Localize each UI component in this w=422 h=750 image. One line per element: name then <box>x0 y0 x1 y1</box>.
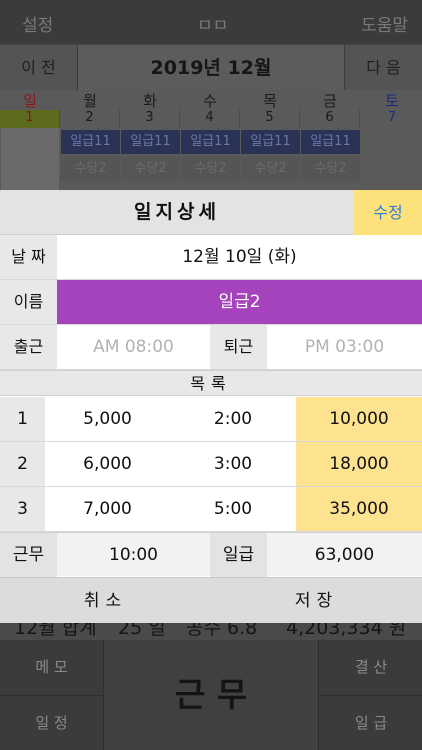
cancel-button[interactable]: 취소 <box>0 578 211 624</box>
item-number: 1 <box>0 397 45 441</box>
calendar-allowance-chip[interactable]: 수당2 <box>61 157 120 181</box>
item-amount: 35,000 <box>296 487 422 531</box>
calendar-entry-chip[interactable]: 일급11 <box>121 130 180 154</box>
calendar-allowance-chip[interactable]: 수당2 <box>121 157 180 181</box>
weekday-fri: 금 <box>323 92 337 110</box>
calendar-entry-chip[interactable]: 일급11 <box>301 130 360 154</box>
date-row: 날 짜 12월 10일 (화) <box>0 235 422 280</box>
dialog-title: 일지상세 <box>134 201 220 223</box>
totals-row: 근무 10:00 일급 63,000 <box>0 532 422 577</box>
item-rate: 5,000 <box>83 409 132 429</box>
work-hours-value: 10:00 <box>109 545 158 565</box>
bottom-toolbar: 메 모 일 정 근 무 결 산 일 급 <box>0 640 422 750</box>
weekday-wed: 수 <box>203 92 217 110</box>
list-header: 목록 <box>0 370 422 396</box>
weekday-sat: 토 <box>385 92 399 110</box>
clock-in-label: 출근 <box>0 325 57 369</box>
date-label: 날 짜 <box>0 235 57 279</box>
calendar-day-4[interactable]: 4 <box>180 110 240 128</box>
dialog-header: 일지상세 수정 <box>0 190 422 235</box>
item-time: 5:00 <box>213 499 253 519</box>
daily-pay-label: 일급 <box>210 533 267 577</box>
calendar-day-1[interactable]: 1 <box>0 110 60 128</box>
item-amount: 10,000 <box>296 397 422 441</box>
name-value[interactable]: 일급2 <box>57 280 422 324</box>
save-button[interactable]: 저장 <box>211 578 422 624</box>
clock-out-value[interactable]: PM 03:00 <box>267 325 422 369</box>
weekday-thu: 목 <box>263 92 277 110</box>
calendar-cell-sun[interactable] <box>1 128 59 190</box>
settings-button[interactable]: 설정 <box>22 11 53 36</box>
next-month-button[interactable]: 다 음 <box>344 45 422 91</box>
time-row: 출근 AM 08:00 퇴근 PM 03:00 <box>0 325 422 370</box>
name-row: 이름 일급2 <box>0 280 422 325</box>
month-title: 2019년 12월 <box>150 57 272 79</box>
name-label: 이름 <box>0 280 57 324</box>
weekday-sun: 일 <box>23 92 37 110</box>
clock-out-label: 퇴근 <box>210 325 267 369</box>
calendar-day-5[interactable]: 5 <box>240 110 300 128</box>
calendar-day-3[interactable]: 3 <box>120 110 180 128</box>
calendar-day-6[interactable]: 6 <box>300 110 360 128</box>
list-item[interactable]: 3 7,000 5:00 35,000 <box>0 487 422 532</box>
item-number: 2 <box>0 442 45 486</box>
weekday-mon: 월 <box>83 92 97 110</box>
schedule-button[interactable]: 일 정 <box>0 696 103 750</box>
item-number: 3 <box>0 487 45 531</box>
edit-button[interactable]: 수정 <box>354 190 422 235</box>
item-amount: 18,000 <box>296 442 422 486</box>
calendar-allowance-chip[interactable]: 수당2 <box>181 157 240 181</box>
date-value[interactable]: 12월 10일 (화) <box>57 235 422 279</box>
memo-button[interactable]: 메 모 <box>0 640 103 694</box>
top-bar: 설정 ㅁㅁ 도움말 <box>0 0 422 44</box>
app-title: ㅁㅁ <box>197 16 229 36</box>
prev-month-button[interactable]: 이 전 <box>0 45 78 91</box>
calendar-day-2[interactable]: 2 <box>60 110 120 128</box>
item-time: 2:00 <box>213 409 253 429</box>
work-button[interactable]: 근 무 <box>103 640 319 750</box>
calendar-entry-chip[interactable]: 일급11 <box>61 130 120 154</box>
weekday-tue: 화 <box>143 92 157 110</box>
help-button[interactable]: 도움말 <box>361 11 408 36</box>
daily-pay-button[interactable]: 일 급 <box>320 696 422 750</box>
work-hours-label: 근무 <box>0 533 57 577</box>
calendar-entry-chip[interactable]: 일급11 <box>241 130 300 154</box>
calendar-day-7[interactable]: 7 <box>362 110 422 128</box>
clock-in-value[interactable]: AM 08:00 <box>57 325 210 369</box>
list-item[interactable]: 2 6,000 3:00 18,000 <box>0 442 422 487</box>
dialog-footer: 취소 저장 <box>0 577 422 623</box>
item-time: 3:00 <box>213 454 253 474</box>
month-navigator: 이 전 2019년 12월 다 음 <box>0 44 422 91</box>
list-item[interactable]: 1 5,000 2:00 10,000 <box>0 397 422 442</box>
calendar-allowance-chip[interactable]: 수당2 <box>301 157 360 181</box>
settle-button[interactable]: 결 산 <box>320 640 422 694</box>
item-rate: 6,000 <box>83 454 132 474</box>
daily-pay-value: 63,000 <box>314 545 375 565</box>
item-rate: 7,000 <box>83 499 132 519</box>
journal-detail-dialog: 일지상세 수정 날 짜 12월 10일 (화) 이름 일급2 출근 AM 08:… <box>0 190 422 623</box>
calendar-allowance-chip[interactable]: 수당2 <box>241 157 300 181</box>
calendar-entry-chip[interactable]: 일급11 <box>181 130 240 154</box>
